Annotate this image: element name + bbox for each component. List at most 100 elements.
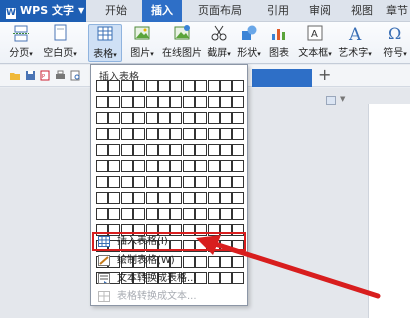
grid-cell[interactable] (120, 112, 133, 124)
tab-page-layout[interactable]: 页面布局 (188, 0, 252, 22)
grid-cell[interactable] (170, 128, 183, 140)
grid-cell[interactable] (232, 192, 245, 204)
grid-cell[interactable] (145, 208, 158, 220)
grid-cell[interactable] (207, 192, 220, 204)
grid-cell[interactable] (220, 96, 232, 108)
grid-cell[interactable] (145, 96, 158, 108)
grid-cell[interactable] (220, 176, 232, 188)
grid-cell[interactable] (182, 192, 195, 204)
picture-button[interactable]: 图片▾ (126, 24, 158, 59)
grid-cell[interactable] (232, 208, 245, 220)
grid-cell[interactable] (220, 160, 232, 172)
grid-cell[interactable] (120, 192, 133, 204)
grid-cell[interactable] (207, 96, 220, 108)
document-tab[interactable] (252, 69, 312, 87)
grid-cell[interactable] (182, 208, 195, 220)
grid-cell[interactable] (145, 128, 158, 140)
grid-cell[interactable] (220, 192, 232, 204)
grid-cell[interactable] (108, 112, 121, 124)
grid-cell[interactable] (133, 96, 146, 108)
online-picture-button[interactable]: 在线图片 (160, 24, 204, 59)
blank-page-button[interactable]: 空白页▾ (40, 24, 80, 59)
art-text-button[interactable]: A 艺术字▾ (336, 24, 374, 59)
grid-cell[interactable] (120, 144, 133, 156)
grid-cell[interactable] (120, 80, 133, 92)
grid-cell[interactable] (133, 160, 146, 172)
grid-cell[interactable] (195, 80, 208, 92)
grid-cell[interactable] (170, 208, 183, 220)
grid-cell[interactable] (220, 80, 232, 92)
chevron-down-icon[interactable]: ▼ (340, 95, 345, 103)
grid-cell[interactable] (170, 192, 183, 204)
grid-cell[interactable] (108, 160, 121, 172)
grid-cell[interactable] (220, 128, 232, 140)
text-to-table-menu-item[interactable]: 文本转换成表格... (93, 270, 245, 287)
grid-cell[interactable] (158, 80, 170, 92)
grid-cell[interactable] (158, 208, 170, 220)
grid-cell[interactable] (108, 208, 121, 220)
grid-cell[interactable] (232, 80, 245, 92)
app-menu-button[interactable]: W WPS 文字 (0, 0, 86, 22)
grid-cell[interactable] (145, 144, 158, 156)
grid-cell[interactable] (133, 144, 146, 156)
grid-cell[interactable] (170, 80, 183, 92)
grid-cell[interactable] (220, 112, 232, 124)
grid-cell[interactable] (207, 176, 220, 188)
grid-cell[interactable] (207, 144, 220, 156)
grid-cell[interactable] (158, 128, 170, 140)
grid-cell[interactable] (220, 208, 232, 220)
tab-insert[interactable]: 插入 (142, 0, 182, 22)
grid-cell[interactable] (145, 160, 158, 172)
grid-cell[interactable] (96, 192, 108, 204)
grid-cell[interactable] (170, 160, 183, 172)
grid-cell[interactable] (120, 160, 133, 172)
grid-cell[interactable] (158, 112, 170, 124)
grid-cell[interactable] (96, 80, 108, 92)
grid-cell[interactable] (108, 144, 121, 156)
grid-cell[interactable] (108, 96, 121, 108)
grid-cell[interactable] (232, 96, 245, 108)
new-tab-icon[interactable]: + (318, 66, 331, 84)
grid-cell[interactable] (120, 176, 133, 188)
tab-view[interactable]: 视图 (342, 0, 382, 22)
grid-cell[interactable] (182, 144, 195, 156)
export-pdf-icon[interactable]: P (40, 70, 51, 81)
grid-cell[interactable] (232, 160, 245, 172)
shapes-button[interactable]: 形状▾ (234, 24, 264, 59)
table-button[interactable]: 表格▾ (88, 24, 122, 62)
textbox-button[interactable]: A 文本框▾ (296, 24, 334, 59)
grid-cell[interactable] (158, 176, 170, 188)
grid-cell[interactable] (158, 96, 170, 108)
grid-cell[interactable] (207, 80, 220, 92)
grid-cell[interactable] (182, 112, 195, 124)
grid-cell[interactable] (133, 192, 146, 204)
tab-home[interactable]: 开始 (96, 0, 136, 22)
grid-cell[interactable] (232, 144, 245, 156)
grid-cell[interactable] (207, 128, 220, 140)
grid-cell[interactable] (96, 176, 108, 188)
grid-cell[interactable] (195, 208, 208, 220)
grid-cell[interactable] (145, 176, 158, 188)
grid-cell[interactable] (133, 128, 146, 140)
grid-cell[interactable] (170, 96, 183, 108)
grid-cell[interactable] (96, 208, 108, 220)
grid-cell[interactable] (170, 112, 183, 124)
grid-cell[interactable] (220, 144, 232, 156)
grid-cell[interactable] (145, 112, 158, 124)
symbol-button[interactable]: Ω 符号▾ (380, 24, 410, 59)
draw-table-menu-item[interactable]: 绘制表格(W) (93, 252, 245, 269)
grid-cell[interactable] (120, 96, 133, 108)
grid-cell[interactable] (133, 112, 146, 124)
grid-cell[interactable] (195, 176, 208, 188)
chart-button[interactable]: 图表 (266, 24, 292, 59)
grid-cell[interactable] (195, 144, 208, 156)
grid-cell[interactable] (182, 80, 195, 92)
print-preview-icon[interactable] (70, 70, 81, 81)
grid-cell[interactable] (182, 128, 195, 140)
grid-cell[interactable] (96, 160, 108, 172)
tab-chapter[interactable]: 章节 (384, 0, 410, 22)
grid-cell[interactable] (120, 128, 133, 140)
grid-cell[interactable] (232, 176, 245, 188)
grid-cell[interactable] (232, 112, 245, 124)
grid-cell[interactable] (133, 176, 146, 188)
